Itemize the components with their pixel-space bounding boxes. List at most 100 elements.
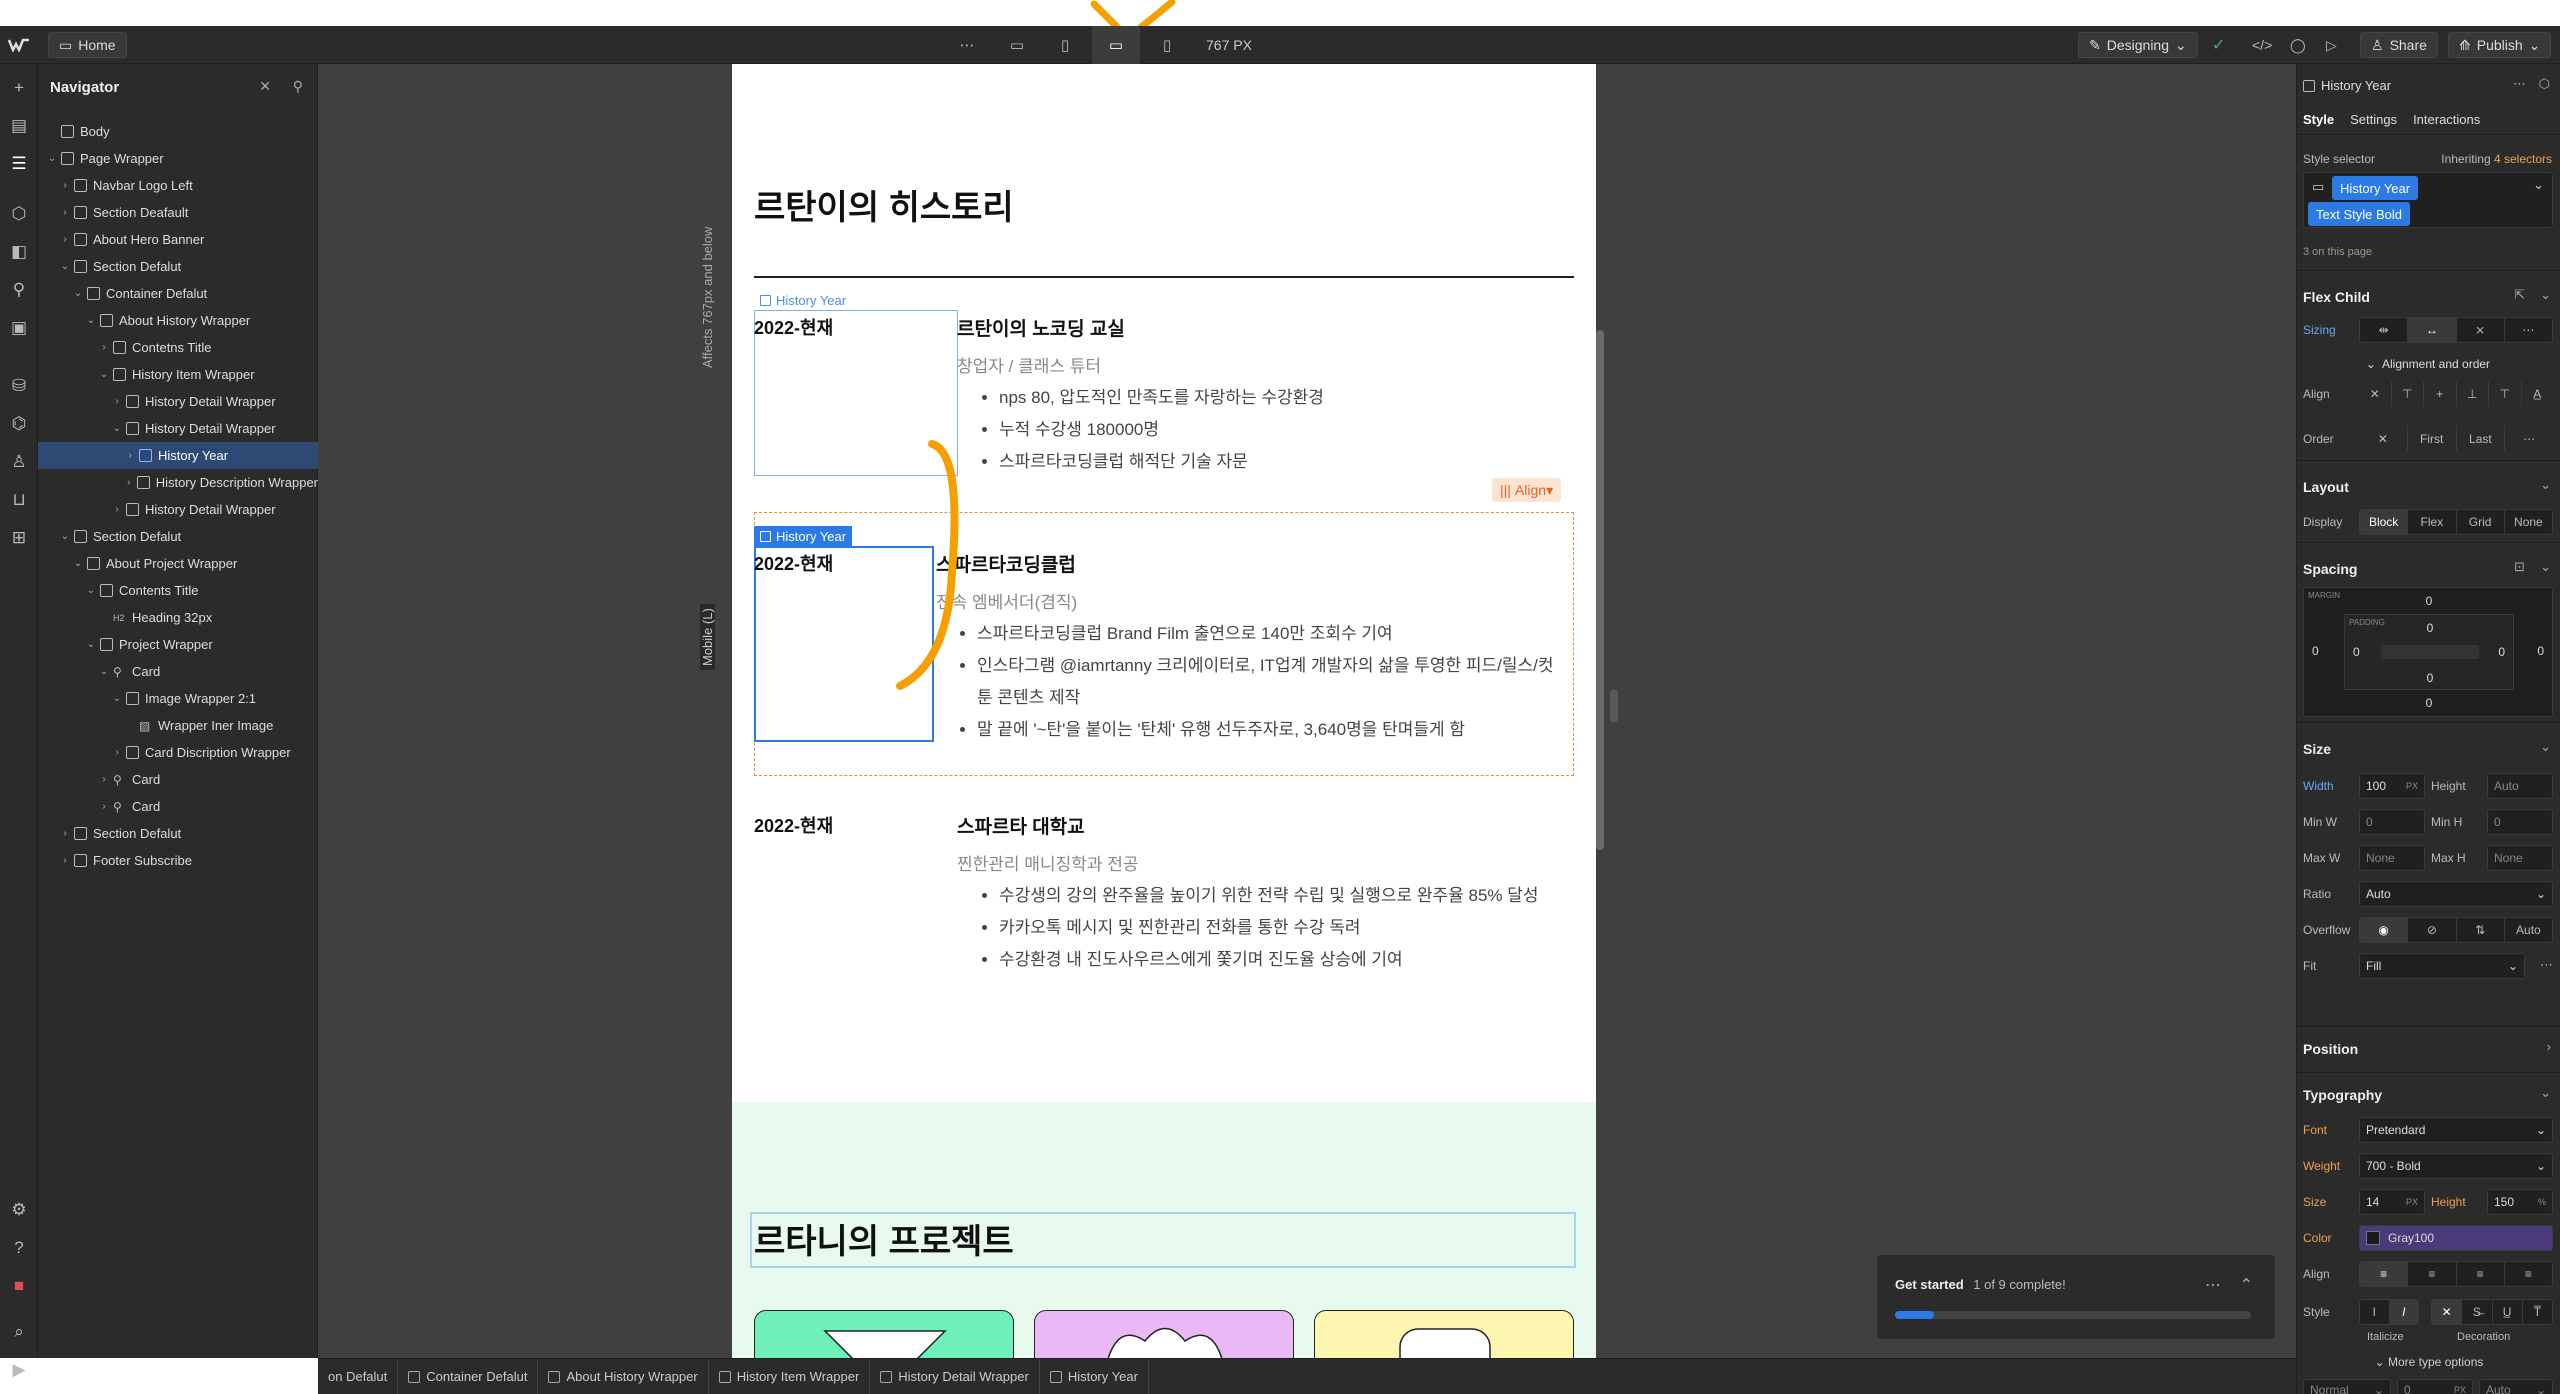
chevron-down-icon[interactable]: ⌄ bbox=[59, 261, 71, 272]
navigator-item[interactable]: H2 Heading 32px bbox=[38, 604, 318, 631]
section-title[interactable]: Position bbox=[2303, 1041, 2358, 1057]
more-icon[interactable]: ⋯ bbox=[954, 32, 980, 58]
variables-icon[interactable]: ⚲ bbox=[9, 280, 29, 300]
none-icon[interactable]: ⨯ bbox=[2457, 318, 2505, 342]
history-year[interactable]: 2022-현재 bbox=[754, 812, 833, 838]
logic-icon[interactable]: ⌬ bbox=[9, 414, 29, 434]
breadcrumb-item[interactable]: About History Wrapper bbox=[538, 1358, 709, 1394]
align-end-icon[interactable]: ⊥ bbox=[2457, 381, 2489, 407]
chevron-down-icon[interactable]: ⌄ bbox=[2540, 477, 2551, 493]
more-icon[interactable]: ⋯ bbox=[2513, 76, 2526, 92]
navigator-item[interactable]: › Section Defalut bbox=[38, 820, 318, 847]
navigator-item[interactable]: ⌄ Project Wrapper bbox=[38, 631, 318, 658]
class-chip-primary[interactable]: History Year bbox=[2332, 176, 2419, 200]
history-bullet[interactable]: 스파르타코딩클럽 Brand Film 출연으로 140만 조회수 기여 bbox=[977, 618, 1567, 650]
align-stretch-icon[interactable]: ⊤ bbox=[2489, 381, 2522, 407]
padding-left[interactable]: 0 bbox=[2353, 645, 2360, 659]
class-chip-secondary[interactable]: Text Style Bold bbox=[2308, 202, 2410, 226]
align-justify-icon[interactable]: ≡ bbox=[2505, 1262, 2552, 1286]
shrink-icon[interactable]: ⇹ bbox=[2360, 318, 2409, 342]
history-bullet[interactable]: nps 80, 압도적인 만족도를 자랑하는 수강환경 bbox=[999, 382, 1324, 414]
padding-top[interactable]: 0 bbox=[2345, 621, 2515, 635]
expand-icon[interactable]: ⇱ bbox=[2514, 287, 2525, 303]
breadcrumb-item[interactable]: Container Defalut bbox=[398, 1358, 539, 1394]
font-size-input[interactable]: 14 PX bbox=[2359, 1189, 2425, 1215]
chevron-right-icon[interactable]: › bbox=[2547, 1039, 2551, 1054]
style-selector-field[interactable]: ▭ History Year ⌄ Text Style Bold bbox=[2303, 172, 2553, 228]
align-segmented[interactable]: ✕ ⊤ + ⊥ ⊤ A̲ bbox=[2359, 381, 2553, 407]
home-button[interactable]: ▭ Home bbox=[48, 32, 127, 58]
navigator-item[interactable]: ⌄ Page Wrapper bbox=[38, 145, 318, 172]
pin-icon[interactable]: ⚲ bbox=[293, 78, 303, 95]
navigator-item[interactable]: Body bbox=[38, 118, 318, 145]
overflow-segmented[interactable]: ◉ ⊘ ⇅ Auto bbox=[2359, 917, 2553, 943]
breadcrumb-item[interactable]: History Year bbox=[1040, 1358, 1149, 1394]
close-icon[interactable]: ✕ bbox=[259, 78, 271, 95]
chevron-down-icon[interactable]: ⌄ bbox=[98, 666, 110, 677]
chevron-down-icon[interactable]: ⌄ bbox=[46, 153, 58, 164]
width-input[interactable]: 100 PX bbox=[2359, 773, 2425, 799]
padding-box[interactable]: PADDING 0 0 0 0 bbox=[2344, 614, 2514, 690]
align-button[interactable]: ||| Align ▾ bbox=[1492, 478, 1562, 502]
navigator-item[interactable]: › History Detail Wrapper bbox=[38, 496, 318, 523]
chevron-down-icon[interactable]: ⌄ bbox=[72, 288, 84, 299]
apps-icon[interactable]: ⊞ bbox=[9, 528, 29, 548]
ratio-select[interactable]: Auto ⌄ bbox=[2359, 881, 2553, 907]
project-card[interactable] bbox=[1314, 1310, 1574, 1358]
ecommerce-icon[interactable]: ⊔ bbox=[9, 490, 29, 510]
record-icon[interactable]: ■ bbox=[9, 1276, 29, 1296]
tablet-breakpoint-icon[interactable]: ▯ bbox=[1052, 32, 1078, 58]
navigator-item[interactable]: ⌄ Contents Title bbox=[38, 577, 318, 604]
tab-settings[interactable]: Settings bbox=[2350, 112, 2397, 127]
history-bullet[interactable]: 스파르타코딩클럽 해적단 기술 자문 bbox=[999, 446, 1324, 478]
section-title[interactable]: Spacing bbox=[2303, 561, 2357, 577]
code-icon[interactable]: </> bbox=[2252, 26, 2272, 64]
project-heading[interactable]: 르타니의 프로젝트 bbox=[754, 1214, 1014, 1263]
align-center-icon[interactable]: + bbox=[2424, 381, 2457, 407]
display-segmented[interactable]: Block Flex Grid None bbox=[2359, 509, 2553, 535]
section-title[interactable]: Layout bbox=[2303, 479, 2349, 495]
chevron-down-icon[interactable]: ⌄ bbox=[2540, 739, 2551, 755]
history-year[interactable]: 2022-현재 bbox=[754, 550, 833, 576]
get-started-toast[interactable]: Get started 1 of 9 complete! ⋯ ⌃ bbox=[1876, 1254, 2276, 1340]
video-icon[interactable]: ▶ bbox=[9, 1360, 29, 1380]
components-icon[interactable]: ⬡ bbox=[9, 204, 29, 224]
desktop-breakpoint-icon[interactable]: ▭ bbox=[1004, 32, 1030, 58]
more-icon[interactable]: ⋯ bbox=[2505, 426, 2553, 452]
align-left-icon[interactable]: ≡ bbox=[2360, 1262, 2409, 1286]
history-bullet[interactable]: 누적 수강생 180000명 bbox=[999, 414, 1324, 446]
comment-icon[interactable]: ◯ bbox=[2290, 26, 2306, 64]
history-bullet[interactable]: 말 끝에 '~탄'을 붙이는 '탄체' 유행 선두주자로, 3,640명을 탄며… bbox=[977, 714, 1567, 746]
project-card[interactable] bbox=[754, 1310, 1014, 1358]
display-flex[interactable]: Flex bbox=[2408, 510, 2457, 534]
chevron-right-icon[interactable]: › bbox=[98, 774, 110, 785]
history-bullet[interactable]: 인스타그램 @iamrtanny 크리에이터로, IT업계 개발자의 삶을 투영… bbox=[977, 650, 1567, 714]
fit-select[interactable]: Fill ⌄ bbox=[2359, 953, 2525, 979]
navigator-item[interactable]: › Navbar Logo Left bbox=[38, 172, 318, 199]
more-icon[interactable]: ⋯ bbox=[2205, 1275, 2221, 1295]
chevron-right-icon[interactable]: › bbox=[59, 855, 71, 866]
underline-icon[interactable]: U̲ bbox=[2493, 1300, 2523, 1324]
chevron-right-icon[interactable]: › bbox=[59, 207, 71, 218]
canvas-scrollbar[interactable] bbox=[1596, 330, 1604, 850]
navigator-item[interactable]: › About Hero Banner bbox=[38, 226, 318, 253]
sizing-segmented[interactable]: ⇹ ↔ ⨯ ⋯ bbox=[2359, 317, 2553, 343]
weight-select[interactable]: 700 - Bold ⌄ bbox=[2359, 1153, 2553, 1179]
max-height-input[interactable]: None bbox=[2487, 845, 2553, 871]
chevron-right-icon[interactable]: › bbox=[98, 342, 110, 353]
color-picker[interactable]: Gray100 bbox=[2359, 1225, 2553, 1251]
navigator-item[interactable]: › ⚲ Card bbox=[38, 766, 318, 793]
selectors-count[interactable]: 4 selectors bbox=[2494, 152, 2552, 166]
chevron-down-icon[interactable]: ⌄ bbox=[59, 531, 71, 542]
none-icon[interactable]: ✕ bbox=[2359, 426, 2408, 452]
padding-bottom[interactable]: 0 bbox=[2345, 671, 2515, 685]
history-bullet[interactable]: 카카오톡 메시지 및 찐한관리 전화를 통한 수강 독려 bbox=[999, 912, 1539, 944]
navigator-item[interactable]: ▨ Wrapper Iner Image bbox=[38, 712, 318, 739]
publish-button[interactable]: ⟰ Publish ⌄ bbox=[2448, 32, 2552, 58]
align-start-icon[interactable]: ⊤ bbox=[2392, 381, 2424, 407]
navigator-item[interactable]: › Card Discription Wrapper bbox=[38, 739, 318, 766]
more-type-options[interactable]: ⌄ More type options bbox=[2297, 1355, 2560, 1369]
chevron-down-icon[interactable]: ⌄ bbox=[85, 315, 97, 326]
breadcrumb-item[interactable]: History Item Wrapper bbox=[709, 1358, 871, 1394]
chevron-down-icon[interactable]: ⌄ bbox=[72, 558, 84, 569]
